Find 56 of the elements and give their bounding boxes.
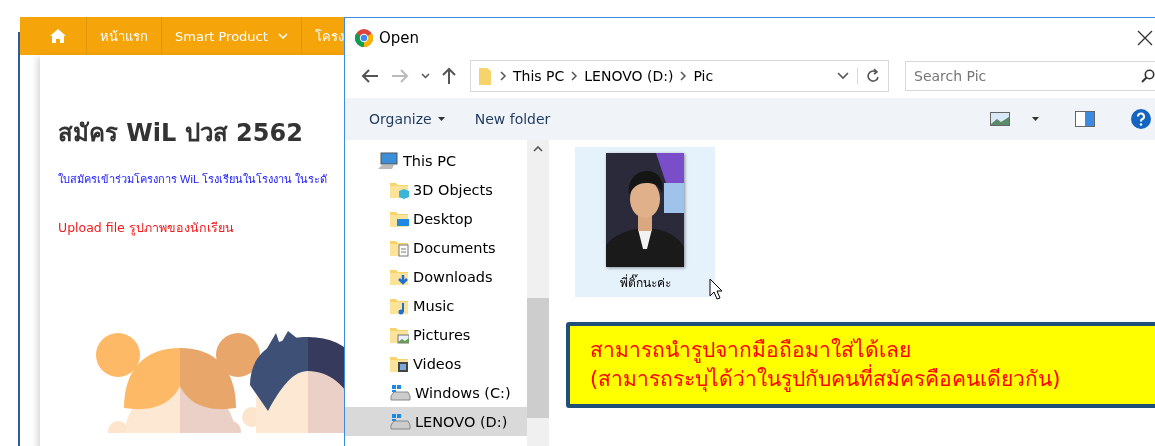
folder-icon — [479, 67, 491, 85]
breadcrumb-item[interactable]: This PC — [507, 68, 571, 84]
folder-icon — [389, 267, 409, 286]
intro-text: ใบสมัครเข้าร่วมโครงการ WiL โรงเรียนในโรงงาน ในระดั — [58, 172, 328, 187]
nav-pane-item[interactable]: Windows (C:) — [345, 378, 527, 407]
chevron-icon — [679, 71, 688, 81]
nav-pane-item[interactable]: Desktop — [345, 204, 527, 233]
folder-icon — [389, 354, 409, 373]
nav-pane-item[interactable]: Documents — [345, 233, 527, 262]
breadcrumb-item[interactable]: LENOVO (D:) — [578, 68, 680, 84]
folder-icon — [389, 296, 409, 315]
file-item[interactable]: พี่ติ๊กนะค่ะ — [575, 147, 715, 297]
chevron-icon — [421, 73, 430, 79]
caret-icon — [1032, 117, 1039, 121]
search-icon — [1141, 69, 1155, 83]
chevron-icon — [277, 33, 288, 39]
nav-pane-item[interactable]: LENOVO (D:) — [345, 407, 527, 436]
dialog-title: Open — [379, 29, 421, 47]
pane-icon — [1075, 111, 1095, 127]
chevron-icon — [570, 71, 579, 81]
nav-pane-item[interactable]: This PC — [345, 146, 527, 175]
drive-icon — [389, 383, 411, 402]
folder-icon — [389, 180, 409, 199]
nav-pane-item[interactable]: Downloads — [345, 262, 527, 291]
nav-pane-item[interactable]: Pictures — [345, 320, 527, 349]
chevron-icon[interactable] — [837, 72, 849, 80]
organize-button[interactable]: Organize — [359, 107, 455, 131]
app-icon — [355, 29, 373, 47]
breadcrumb-item[interactable]: Pic — [687, 68, 720, 84]
search-field[interactable]: Search Pic — [905, 61, 1155, 91]
upload-note: Upload file รูปภาพของนักเรียน — [58, 219, 235, 238]
page-title: สมัคร WiL ปวส 2562 — [58, 118, 304, 149]
home-icon — [50, 29, 66, 43]
up-arrow-icon — [442, 67, 456, 85]
caret-icon — [437, 117, 445, 121]
nav-pane-item[interactable]: Music — [345, 291, 527, 320]
mouse-cursor-icon — [709, 278, 723, 300]
back-arrow-icon — [361, 69, 379, 83]
drive-icon — [389, 412, 411, 431]
new-folder-button[interactable]: New folder — [464, 107, 561, 131]
address-bar[interactable]: This PC LENOVO (D:) Pic — [470, 60, 889, 92]
close-icon — [1137, 30, 1153, 46]
computer-icon — [377, 151, 399, 170]
nav-pane-item[interactable]: Videos — [345, 349, 527, 378]
landscape-icon — [990, 112, 1010, 126]
folder-icon — [389, 325, 409, 344]
scroll-up-icon[interactable] — [533, 146, 543, 152]
folder-icon — [389, 238, 409, 257]
chevron-icon — [499, 71, 507, 81]
callout-text: สามารถนำรูปจากมือถือมาใส่ได้เลย — [590, 337, 912, 364]
help-icon — [1131, 109, 1151, 129]
nav-pane-item[interactable]: 3D Objects — [345, 175, 527, 204]
forward-arrow-icon — [391, 69, 409, 83]
folder-icon — [389, 209, 409, 228]
scrollbar[interactable] — [527, 140, 549, 446]
callout-text: (สามารถระบุได้ว่าในรูปกับคนที่สมัครคือคนเดียวกัน) — [590, 365, 1155, 394]
